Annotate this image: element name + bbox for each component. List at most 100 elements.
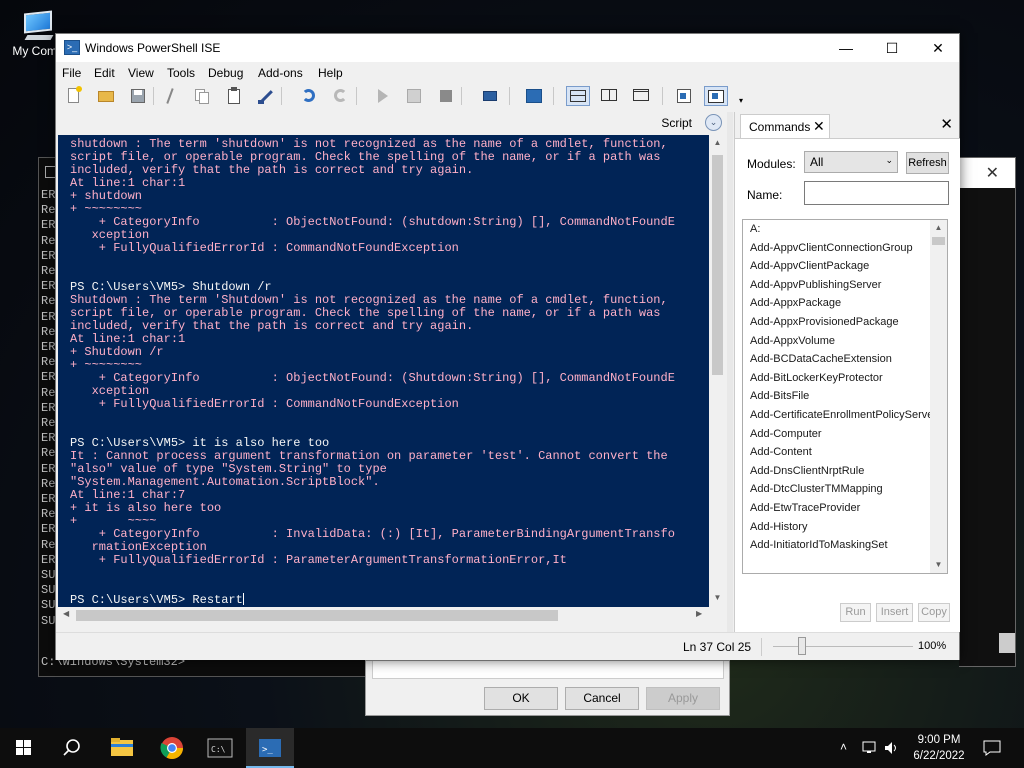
console-line: Shutdown : The term 'Shutdown' is not re… (70, 293, 668, 307)
command-list-item[interactable]: Add-AppxProvisionedPackage (750, 316, 899, 328)
menu-tools[interactable]: Tools (167, 66, 195, 80)
show-script-pane-icon[interactable] (674, 86, 694, 106)
refresh-button[interactable]: Refresh (906, 152, 949, 174)
command-list-item[interactable]: A: (750, 223, 760, 235)
close-button[interactable]: ✕ (915, 34, 961, 62)
show-command-addon-icon[interactable] (704, 86, 728, 106)
redo-icon[interactable] (331, 86, 351, 106)
command-list-item[interactable]: Add-AppvPublishingServer (750, 279, 881, 291)
cmd-output: ER Re ER Re ER Re ER Re ER Re ER Re ER Re ER Re ER Re ER Re… (41, 188, 55, 629)
scrollbar[interactable] (999, 633, 1015, 653)
taskbar-command-prompt[interactable]: C:\ (196, 728, 244, 768)
menu-view[interactable]: View (128, 66, 154, 80)
menu-file[interactable]: File (62, 66, 81, 80)
open-folder-icon[interactable] (96, 86, 116, 106)
scroll-down-icon[interactable]: ▼ (709, 593, 726, 602)
copy-icon[interactable] (192, 86, 212, 106)
zoom-slider[interactable] (798, 637, 806, 655)
taskbar-powershell-ise[interactable]: >_ (246, 728, 294, 768)
command-list-item[interactable]: Add-AppxPackage (750, 297, 841, 309)
command-list-item[interactable]: Add-CertificateEnrollmentPolicyServe (750, 409, 933, 421)
zoom-track[interactable] (773, 646, 913, 647)
layout-top-icon[interactable] (566, 86, 590, 106)
ok-button[interactable]: OK (484, 687, 558, 710)
commands-list-scrollbar[interactable]: ▲ ▼ (930, 220, 947, 573)
toolbar-overflow-icon[interactable]: ▾ (736, 86, 746, 106)
scroll-thumb[interactable] (712, 155, 723, 375)
console-pane[interactable]: shutdown : The term 'shutdown' is not re… (58, 135, 709, 607)
paste-icon[interactable] (224, 86, 244, 106)
console-vertical-scrollbar[interactable]: ▲ ▼ (709, 135, 726, 607)
console-horizontal-scrollbar[interactable]: ◀ ▶ (58, 607, 709, 624)
console-input-line[interactable]: PS C:\Users\VM5> Restart (70, 593, 243, 607)
menu-addons[interactable]: Add-ons (258, 66, 303, 80)
command-list-item[interactable]: Add-History (750, 521, 807, 533)
taskbar-chrome[interactable] (148, 728, 196, 768)
system-clock[interactable]: 9:00 PM 6/22/2022 (904, 732, 974, 764)
console-line: "System.Management.Automation.ScriptBloc… (70, 475, 380, 489)
maximize-button[interactable]: ☐ (869, 34, 915, 62)
menu-edit[interactable]: Edit (94, 66, 115, 80)
command-list-item[interactable]: Add-InitiatorIdToMaskingSet (750, 539, 888, 551)
scroll-up-icon[interactable]: ▲ (709, 138, 726, 147)
command-list-item[interactable]: Add-BCDataCacheExtension (750, 353, 892, 365)
menu-help[interactable]: Help (318, 66, 343, 80)
chevron-down-icon[interactable]: ⌄ (705, 114, 722, 131)
powershell-console-icon[interactable] (524, 86, 544, 106)
run-script-icon[interactable] (372, 86, 392, 106)
stop-icon[interactable] (436, 86, 456, 106)
run-selection-icon[interactable] (404, 86, 424, 106)
scroll-right-icon[interactable]: ▶ (696, 609, 702, 618)
menu-debug[interactable]: Debug (208, 66, 243, 80)
close-pane-icon[interactable]: ✕ (940, 115, 953, 133)
close-tab-icon[interactable]: ✕ (813, 118, 825, 135)
cmd-line: Re (41, 324, 56, 339)
clear-console-icon[interactable] (256, 86, 276, 106)
modules-select[interactable]: All ⌄ (804, 151, 898, 173)
search-button[interactable] (48, 728, 96, 768)
notifications-icon[interactable] (983, 740, 1001, 756)
powershell-ise-window: >_ Windows PowerShell ISE — ☐ ✕ File Edi… (55, 33, 960, 660)
save-icon[interactable] (128, 86, 148, 106)
run-button[interactable]: Run (840, 603, 871, 622)
layout-right-icon[interactable] (598, 86, 622, 106)
network-icon[interactable] (862, 741, 878, 755)
folder-icon (111, 738, 133, 756)
command-list-item[interactable]: Add-DnsClientNrptRule (750, 465, 864, 477)
command-list-item[interactable]: Add-AppvClientConnectionGroup (750, 242, 913, 254)
minimize-button[interactable]: — (823, 34, 869, 62)
taskbar-file-explorer[interactable] (98, 728, 146, 768)
insert-button[interactable]: Insert (876, 603, 913, 622)
commands-tab[interactable]: Commands ✕ (740, 114, 830, 138)
cancel-button[interactable]: Cancel (565, 687, 639, 710)
chevron-up-icon[interactable]: ˄ (840, 740, 847, 754)
volume-icon[interactable] (884, 741, 900, 755)
script-label[interactable]: Script (661, 116, 692, 130)
cmd-line: ER (41, 309, 56, 324)
cut-icon[interactable] (160, 86, 180, 106)
command-list-item[interactable]: Add-BitsFile (750, 390, 809, 402)
undo-icon[interactable] (299, 86, 319, 106)
scroll-thumb[interactable] (932, 237, 945, 245)
hscroll-thumb[interactable] (76, 610, 558, 621)
remote-powershell-icon[interactable] (480, 86, 500, 106)
new-file-icon[interactable] (64, 86, 84, 106)
scroll-up-icon[interactable]: ▲ (930, 223, 947, 232)
command-list-item[interactable]: Add-AppvClientPackage (750, 260, 869, 272)
close-icon[interactable]: ✕ (986, 163, 999, 183)
command-list-item[interactable]: Add-Computer (750, 428, 822, 440)
start-button[interactable] (0, 728, 48, 768)
command-list-item[interactable]: Add-EtwTraceProvider (750, 502, 860, 514)
pane-splitter[interactable] (727, 112, 733, 632)
command-list-item[interactable]: Add-DtcClusterTMMapping (750, 483, 883, 495)
command-list-item[interactable]: Add-Content (750, 446, 812, 458)
commands-list[interactable]: Add-InitiatorIdToMaskingSet Add-History Ad… (742, 219, 948, 574)
layout-maximized-icon[interactable] (630, 86, 654, 106)
copy-button[interactable]: Copy (918, 603, 950, 622)
name-input[interactable] (804, 181, 949, 205)
command-list-item[interactable]: Add-AppxVolume (750, 335, 835, 347)
title-bar[interactable]: >_ Windows PowerShell ISE — ☐ ✕ (56, 34, 959, 62)
scroll-left-icon[interactable]: ◀ (63, 609, 69, 618)
command-list-item[interactable]: Add-BitLockerKeyProtector (750, 372, 883, 384)
scroll-down-icon[interactable]: ▼ (930, 560, 947, 569)
